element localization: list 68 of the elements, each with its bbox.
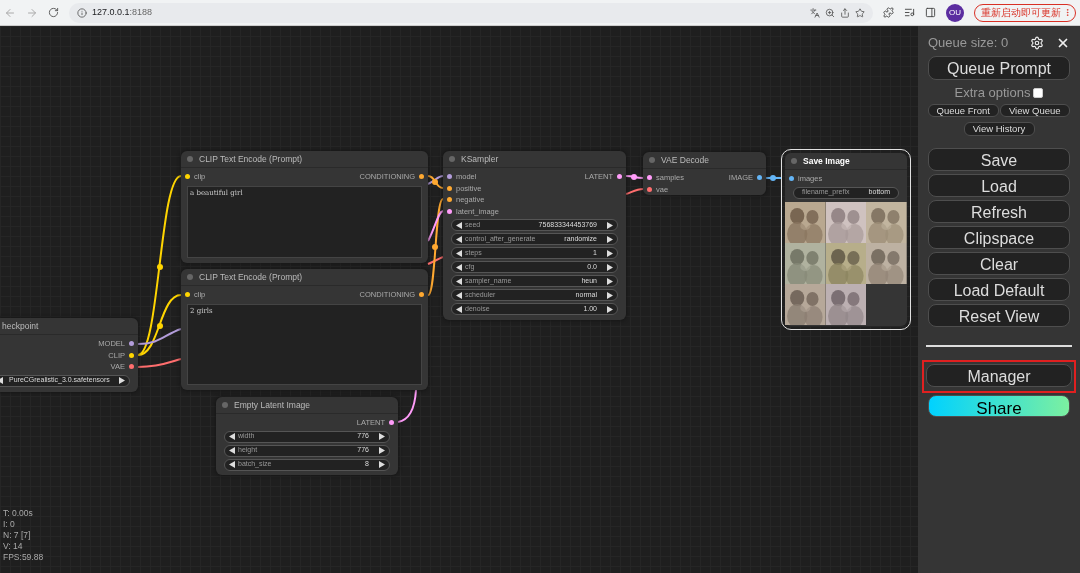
output-slot[interactable] bbox=[419, 292, 424, 298]
input-slot[interactable] bbox=[185, 292, 190, 298]
node-title: VAE Decode bbox=[661, 153, 710, 167]
input-slot[interactable] bbox=[447, 197, 452, 203]
input-slot[interactable] bbox=[447, 208, 452, 214]
share-icon[interactable] bbox=[840, 7, 850, 18]
more-icon[interactable] bbox=[1063, 8, 1072, 17]
output-slot[interactable] bbox=[757, 175, 762, 181]
stats-text: V: 14 bbox=[3, 541, 24, 552]
extra-options-label: Extra options bbox=[954, 84, 1031, 103]
node-title: CLIP Text Encode (Prompt) bbox=[199, 270, 303, 284]
wire[interactable] bbox=[137, 328, 182, 345]
view-history-button[interactable]: View History bbox=[963, 122, 1035, 136]
stats-text: FPS:59.88 bbox=[3, 552, 44, 563]
node-title: heckpoint bbox=[2, 319, 39, 333]
stats-text: T: 0.00s bbox=[3, 508, 34, 519]
increment-arrow-icon[interactable] bbox=[119, 377, 125, 384]
translate-icon[interactable] bbox=[810, 7, 820, 18]
close-icon[interactable] bbox=[1056, 36, 1070, 50]
wire[interactable] bbox=[427, 210, 444, 242]
stats-text: N: 7 [7] bbox=[3, 530, 32, 541]
input-slot[interactable] bbox=[185, 174, 190, 180]
wire[interactable] bbox=[427, 175, 444, 189]
output-slot[interactable] bbox=[129, 341, 134, 347]
wire[interactable] bbox=[427, 198, 444, 296]
wire[interactable] bbox=[137, 358, 182, 368]
view-queue-button[interactable]: View Queue bbox=[999, 104, 1070, 117]
menu-button[interactable]: Clipspace bbox=[928, 226, 1070, 249]
input-slot[interactable] bbox=[447, 185, 452, 191]
menu-button[interactable]: Clear bbox=[928, 252, 1070, 275]
input-slot[interactable] bbox=[647, 186, 652, 192]
node-title: Save Image bbox=[803, 154, 850, 168]
output-slot[interactable] bbox=[129, 364, 134, 370]
wire[interactable] bbox=[397, 389, 417, 423]
sidebar-icon[interactable] bbox=[925, 7, 936, 18]
profile-avatar[interactable]: OU bbox=[946, 3, 964, 22]
node-title: Empty Latent Image bbox=[234, 398, 311, 412]
media-icon[interactable] bbox=[904, 7, 915, 18]
puzzle-icon[interactable] bbox=[883, 7, 894, 18]
output-slot[interactable] bbox=[129, 352, 134, 358]
menu-button[interactable]: Load bbox=[928, 174, 1070, 197]
node-title: CLIP Text Encode (Prompt) bbox=[199, 152, 303, 166]
menu-button[interactable]: Refresh bbox=[928, 200, 1070, 223]
queue-front-button[interactable]: Queue Front bbox=[928, 104, 999, 117]
queue-prompt-button[interactable]: Queue Prompt bbox=[928, 56, 1070, 80]
output-slot[interactable] bbox=[389, 420, 394, 426]
output-slot[interactable] bbox=[419, 174, 424, 180]
reload-icon[interactable] bbox=[48, 7, 59, 18]
node-canvas[interactable] bbox=[0, 26, 918, 573]
address-bar[interactable]: 127.0.0.1:8188 bbox=[69, 2, 873, 23]
extra-options-checkbox[interactable] bbox=[1033, 88, 1044, 98]
manager-button[interactable]: Manager bbox=[926, 364, 1072, 387]
queue-size-label: Queue size: 0 bbox=[928, 34, 1009, 53]
menu-button[interactable]: Reset View bbox=[928, 304, 1070, 327]
stats-text: I: 0 bbox=[3, 519, 16, 530]
menu-button[interactable]: Load Default bbox=[928, 278, 1070, 301]
input-slot[interactable] bbox=[647, 175, 652, 181]
info-icon[interactable] bbox=[77, 7, 87, 18]
share-button[interactable]: Share bbox=[928, 395, 1070, 417]
settings-icon[interactable] bbox=[1030, 36, 1044, 50]
input-slot[interactable] bbox=[447, 174, 452, 180]
menu-button[interactable]: Save bbox=[928, 148, 1070, 171]
output-slot[interactable] bbox=[617, 174, 622, 180]
star-icon[interactable] bbox=[855, 7, 865, 18]
input-slot[interactable] bbox=[789, 176, 794, 182]
wire[interactable] bbox=[625, 188, 644, 195]
zoom-icon[interactable] bbox=[825, 7, 835, 18]
node-title: KSampler bbox=[461, 152, 499, 166]
